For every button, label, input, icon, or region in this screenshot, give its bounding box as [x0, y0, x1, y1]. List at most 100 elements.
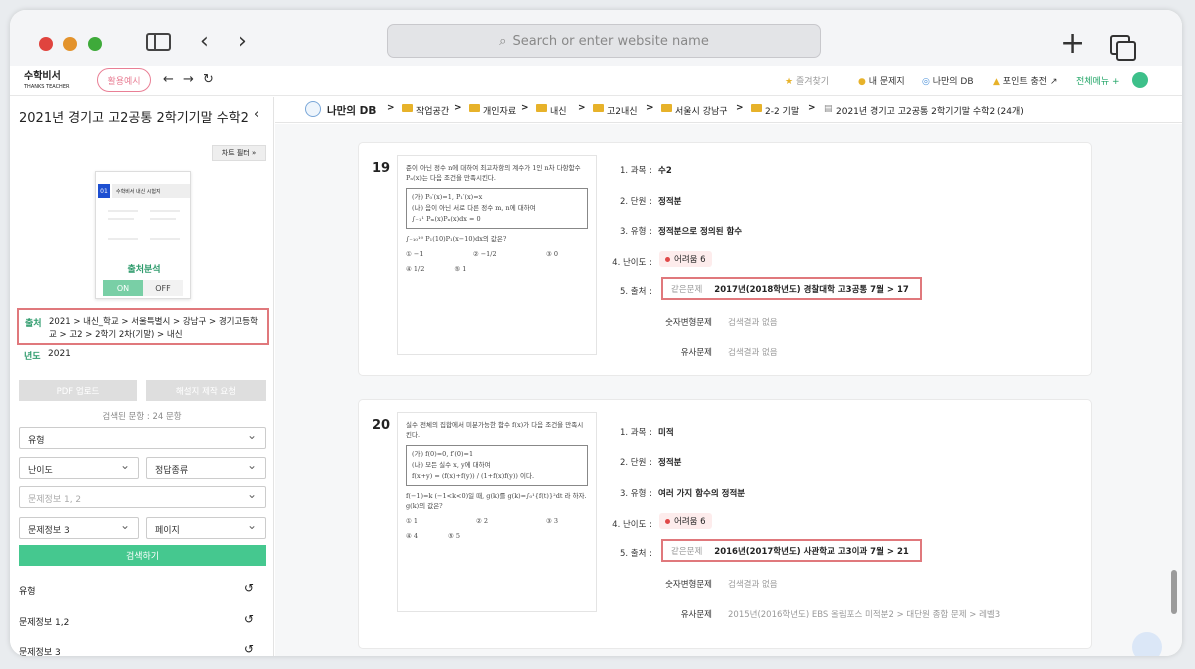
- minimize-window-button[interactable]: [63, 37, 77, 51]
- favorites-link[interactable]: ★ 즐겨찾기: [785, 74, 829, 87]
- difficulty-label: 4. 난이도 :: [612, 520, 652, 530]
- folder-icon: [593, 104, 604, 112]
- user-avatar[interactable]: [1132, 72, 1148, 88]
- app-header: 수학비서 THANKS TEACHER 활용예시 ← → ↻ ★ 즐겨찾기 ● 내…: [10, 66, 1182, 96]
- number-variant-value: 검색결과 없음: [728, 580, 778, 590]
- breadcrumb-item[interactable]: 개인자료: [483, 104, 516, 117]
- breadcrumb-item[interactable]: 2-2 기말: [765, 104, 799, 117]
- difficulty-badge: 어려움 6: [659, 251, 712, 267]
- similar-problem-value: 2015년(2016학년도) EBS 올림포스 미적분2 > 대단원 종합 문제…: [728, 610, 1001, 620]
- type-label: 3. 유형 :: [619, 489, 652, 499]
- points-charge-link[interactable]: ▲ 포인트 충전 ↗: [993, 74, 1057, 87]
- thumbnail-line: [108, 218, 134, 220]
- folder-icon: [751, 104, 762, 112]
- answer-options: ① −1 ② −1/2 ③ 0: [406, 249, 588, 259]
- type-label: 3. 유형 :: [619, 227, 652, 237]
- back-arrow-icon[interactable]: ←: [163, 72, 174, 87]
- external-link-icon: ↗: [1049, 77, 1058, 87]
- close-window-button[interactable]: [39, 37, 53, 51]
- logo-text: 수학비서: [24, 71, 61, 82]
- browser-chrome: ‹ › ⌕ Search or enter website name +: [10, 10, 1182, 66]
- page-select[interactable]: 페이지: [146, 517, 266, 539]
- document-title: 2021년 경기고 고2공통 2학기기말 수학2: [19, 111, 249, 126]
- subject-label: 1. 과목 :: [619, 428, 652, 438]
- all-menu-link[interactable]: 전체메뉴 +: [1076, 74, 1120, 87]
- breadcrumb-item[interactable]: 작업공간: [416, 104, 449, 117]
- new-tab-plus-icon[interactable]: +: [1060, 26, 1085, 61]
- same-problem-value: 2016년(2017학년도) 사관학교 고3이과 7월 > 21: [714, 546, 909, 557]
- maximize-window-button[interactable]: [88, 37, 102, 51]
- reset-icon[interactable]: ↺: [244, 642, 254, 656]
- type-select[interactable]: 유형: [19, 427, 266, 449]
- back-arrow-icon[interactable]: ‹: [200, 29, 209, 54]
- usage-example-button[interactable]: 활용예시: [97, 68, 151, 92]
- question-card: 20 실수 전체의 집합에서 미분가능한 함수 f(x)가 다음 조건을 만족시…: [358, 399, 1092, 649]
- toggle-on-button[interactable]: ON: [103, 280, 143, 296]
- condition-line: f(x+y) = (f(x)+f(y)) / (1+f(x)f(y)) 이다.: [412, 472, 535, 480]
- reset-icon[interactable]: ↺: [244, 581, 254, 595]
- same-problem-box[interactable]: 같은문제 2016년(2017학년도) 사관학교 고3이과 7월 > 21: [661, 539, 922, 562]
- answer-type-select[interactable]: 정답종류: [146, 457, 266, 479]
- search-button[interactable]: 검색하기: [19, 545, 266, 566]
- breadcrumb-separator: >: [578, 103, 586, 113]
- app-logo[interactable]: 수학비서 THANKS TEACHER: [24, 72, 69, 92]
- floating-help-icon[interactable]: [1132, 632, 1162, 656]
- explanation-request-button[interactable]: 해설지 제작 요청: [146, 380, 266, 401]
- toggle-off-button[interactable]: OFF: [143, 280, 183, 296]
- sidebar-toggle-icon[interactable]: [146, 33, 171, 51]
- option: ③ 0: [545, 250, 558, 258]
- breadcrumb-item[interactable]: 서울시 강남구: [675, 104, 728, 117]
- breadcrumb-root[interactable]: 나만의 DB: [327, 103, 376, 118]
- problem-info-3-select[interactable]: 문제정보 3: [19, 517, 139, 539]
- unit-label: 2. 단원 :: [619, 458, 652, 468]
- question-conditions: (가) f(0)=0, f′(0)=1 (나) 모든 실수 x, y에 대하여 …: [406, 445, 588, 486]
- facet-info12-label: 문제정보 1,2: [19, 618, 70, 628]
- scrollbar-thumb[interactable]: [1171, 570, 1177, 614]
- type-value: 정적분으로 정의된 함수: [658, 227, 743, 237]
- unit-value: 정적분: [658, 197, 682, 207]
- breadcrumb-separator: >: [646, 103, 654, 113]
- question-image[interactable]: 실수 전체의 집합에서 미분가능한 함수 f(x)가 다음 조건을 만족시킨다.…: [397, 412, 597, 612]
- thumbnail-header: 수학비서 내신 시험지: [112, 184, 190, 198]
- similar-problem-label: 유사문제: [680, 348, 712, 358]
- file-icon: ▤: [824, 104, 833, 114]
- address-bar[interactable]: ⌕ Search or enter website name: [387, 24, 821, 58]
- question-image[interactable]: 준이 아닌 정수 n에 대하여 최고차항의 계수가 1인 n차 다항함수 Pₙ(…: [397, 155, 597, 355]
- question-stem: 준이 아닌 정수 n에 대하여 최고차항의 계수가 1인 n차 다항함수 Pₙ(…: [406, 164, 581, 182]
- favorites-label: 즐겨찾기: [795, 77, 830, 87]
- refresh-icon[interactable]: ↻: [203, 72, 214, 87]
- folder-icon: [469, 104, 480, 112]
- thumbnail-line: [108, 210, 138, 212]
- my-problems-link[interactable]: ● 내 문제지: [858, 74, 905, 87]
- my-db-link[interactable]: ◎ 나만의 DB: [922, 74, 974, 87]
- difficulty-label: 4. 난이도 :: [612, 258, 652, 268]
- collapse-chevron-icon[interactable]: ‹: [254, 107, 259, 122]
- coin-icon: ●: [858, 77, 866, 87]
- my-problems-label: 내 문제지: [868, 77, 905, 87]
- answer-options: ④ 1/2 ⑤ 1: [406, 264, 588, 274]
- option: ④ 4: [406, 532, 419, 540]
- subject-label: 1. 과목 :: [619, 166, 652, 176]
- breadcrumb-separator: >: [808, 103, 816, 113]
- reset-icon[interactable]: ↺: [244, 612, 254, 626]
- number-variant-label: 숫자변형문제: [665, 580, 712, 590]
- my-db-label: 나만의 DB: [932, 77, 974, 87]
- number-variant-label: 숫자변형문제: [665, 318, 712, 328]
- question-number: 19: [372, 161, 391, 176]
- difficulty-badge: 어려움 6: [659, 513, 712, 529]
- problem-info-12-select[interactable]: 문제정보 1, 2: [19, 486, 266, 508]
- points-label: 포인트 충전: [1002, 77, 1048, 87]
- condition-line: (가) f(0)=0, f′(0)=1: [412, 450, 474, 458]
- same-problem-box[interactable]: 같은문제 2017년(2018학년도) 경찰대학 고3공통 7월 > 17: [661, 277, 922, 300]
- forward-arrow-icon[interactable]: ›: [238, 29, 247, 54]
- breadcrumb-item[interactable]: 내신: [550, 104, 567, 117]
- forward-arrow-icon[interactable]: →: [183, 72, 194, 87]
- tabs-overview-icon[interactable]: [1110, 35, 1136, 61]
- database-icon: [305, 101, 321, 117]
- breadcrumb-item[interactable]: 고2내신: [607, 104, 638, 117]
- source-label: 5. 출처 :: [619, 287, 652, 297]
- chart-filter-button[interactable]: 차트 필터 »: [212, 145, 266, 161]
- difficulty-select[interactable]: 난이도: [19, 457, 139, 479]
- question-card: 19 준이 아닌 정수 n에 대하여 최고차항의 계수가 1인 n차 다항함수 …: [358, 142, 1092, 376]
- pdf-upload-button[interactable]: PDF 업로드: [19, 380, 137, 401]
